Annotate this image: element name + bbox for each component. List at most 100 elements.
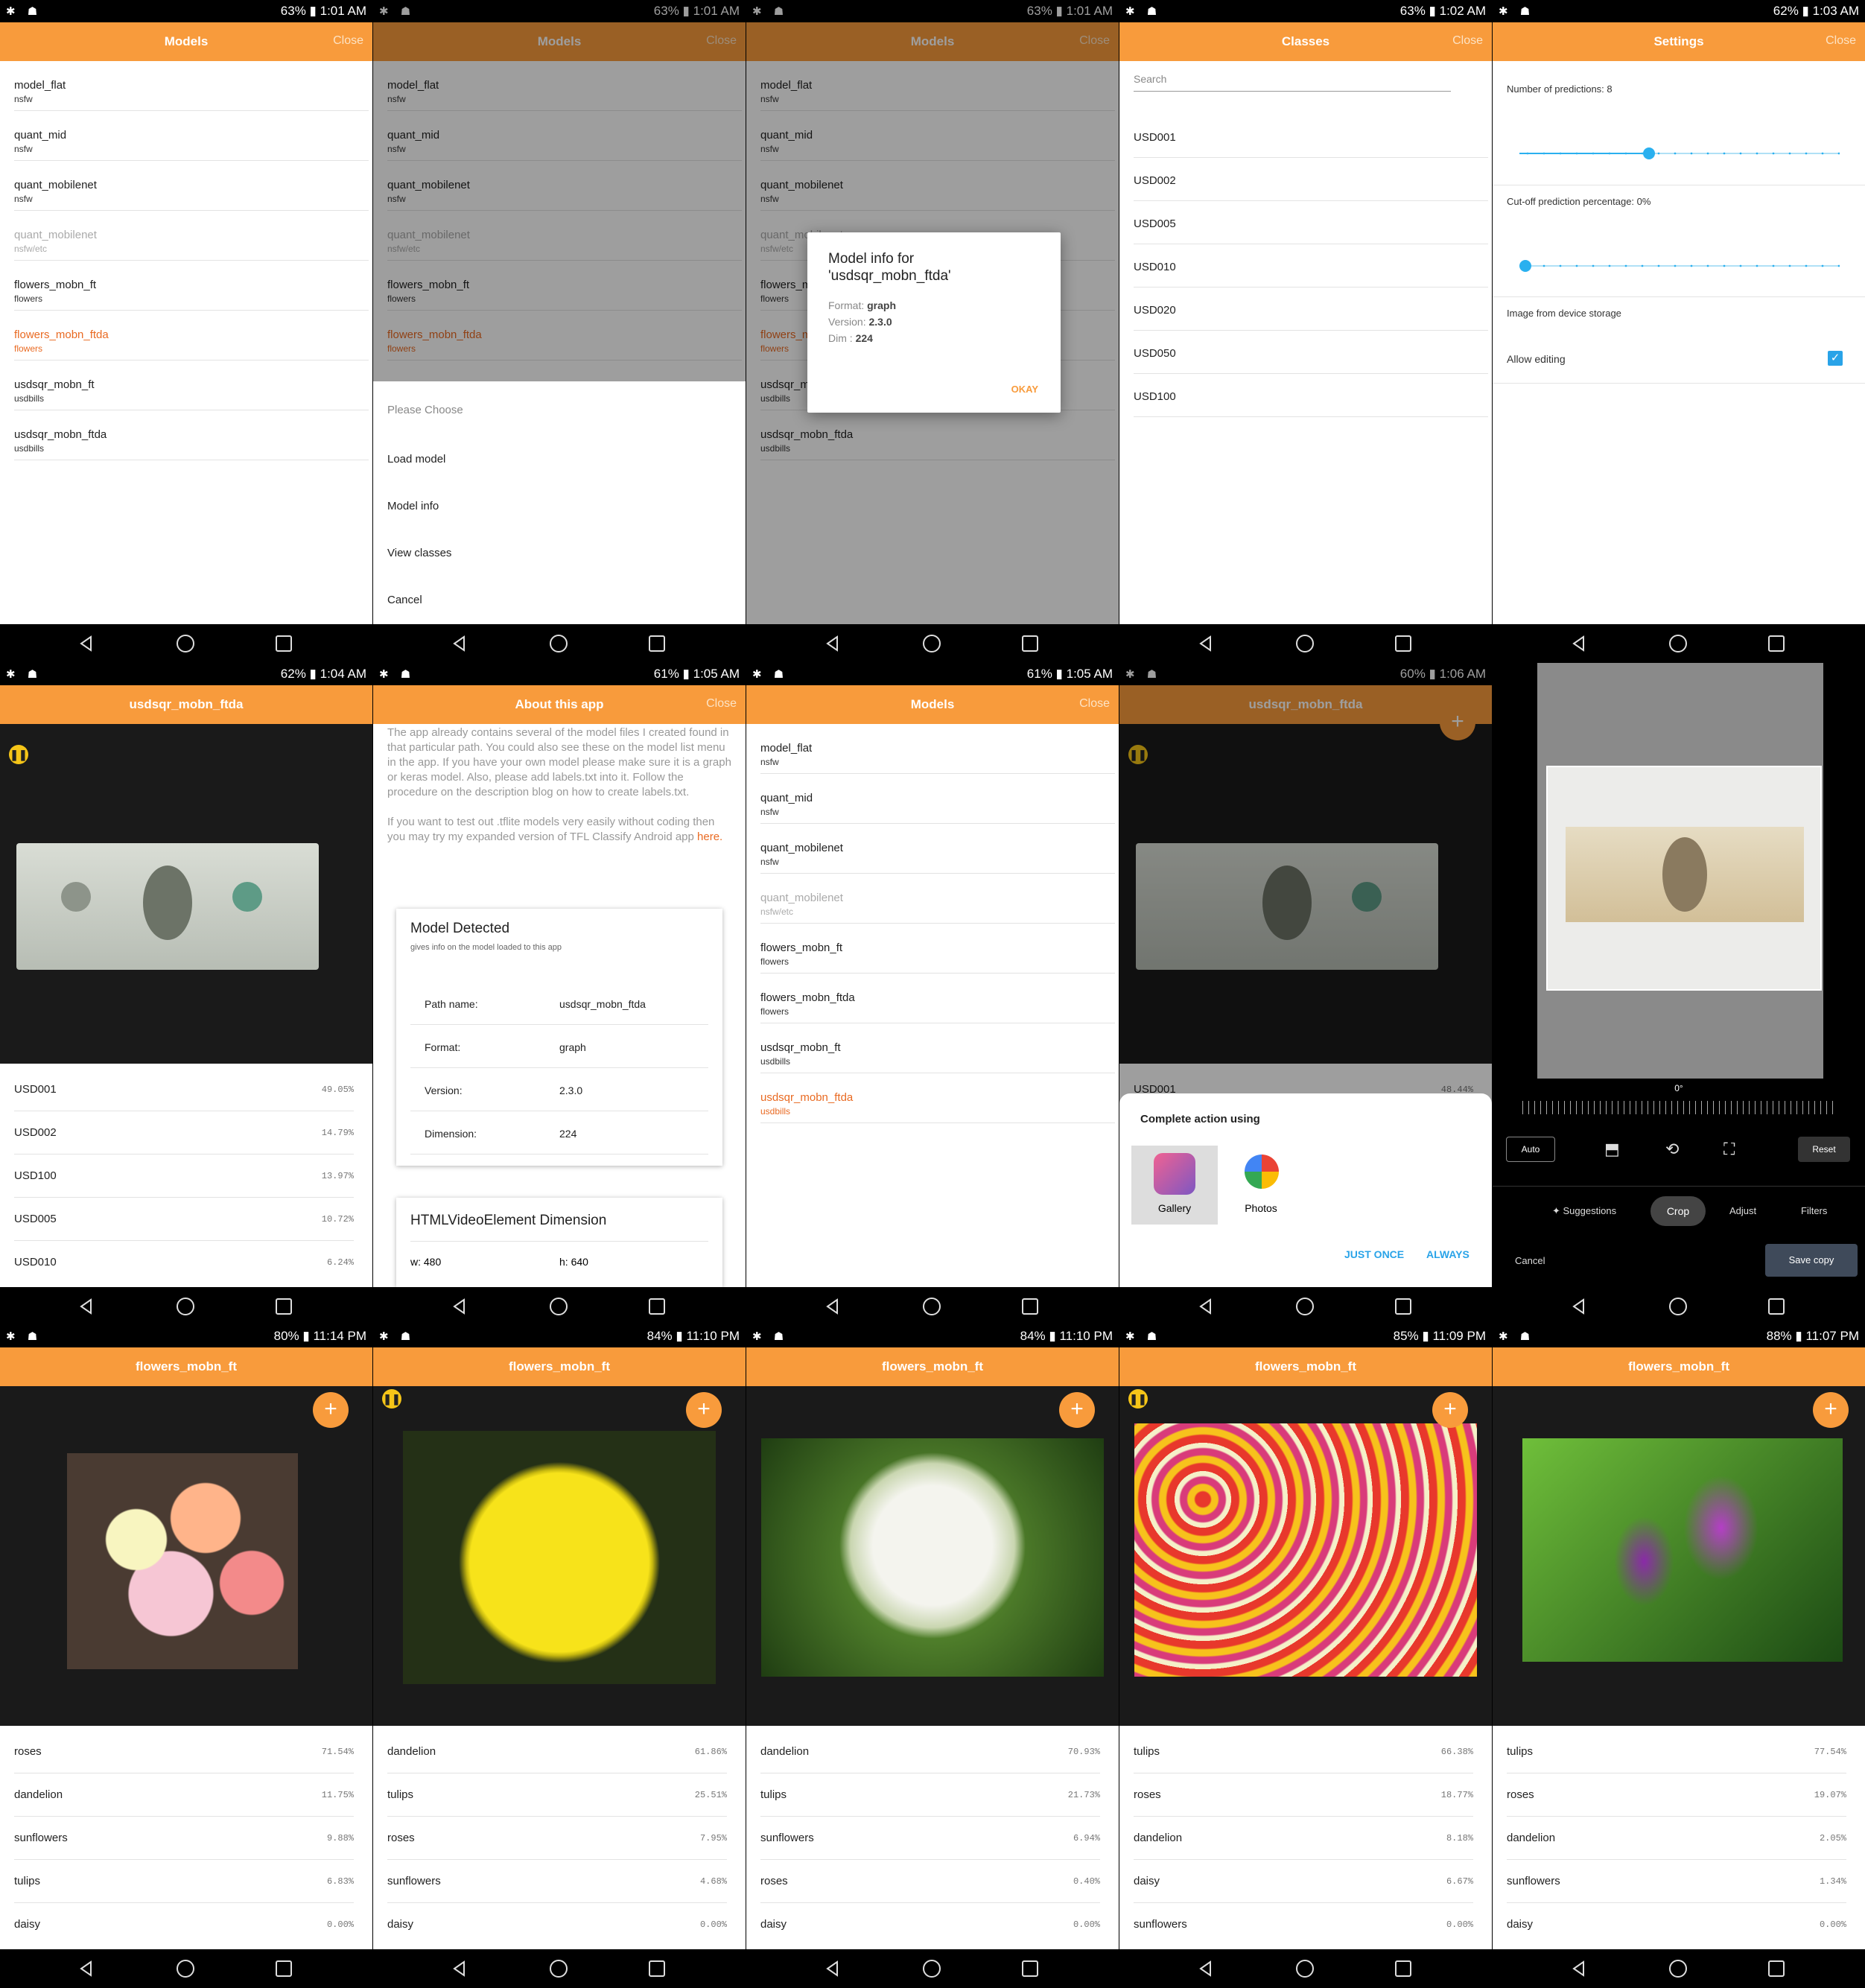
back-icon[interactable]	[451, 1298, 468, 1315]
pause-icon[interactable]: ❚❚	[9, 745, 28, 764]
close-button[interactable]: Close	[1452, 34, 1483, 48]
cancel-option[interactable]: Cancel	[387, 594, 422, 606]
home-icon[interactable]	[550, 1960, 568, 1978]
pause-icon[interactable]: ❚❚	[382, 1389, 401, 1409]
list-item[interactable]: flowers_mobn_ft flowers	[760, 924, 1115, 974]
home-icon[interactable]	[1669, 1960, 1687, 1978]
checkbox-icon[interactable]: ✓	[1828, 351, 1843, 366]
model-info-option[interactable]: Model info	[387, 500, 439, 512]
back-icon[interactable]	[451, 1960, 468, 1978]
view-classes-option[interactable]: View classes	[387, 547, 451, 559]
back-icon[interactable]	[1197, 635, 1215, 652]
list-item[interactable]: flowers_mobn_ft flowers	[14, 261, 369, 311]
filters-tab[interactable]: Filters	[1801, 1205, 1827, 1216]
suggestions-tab[interactable]: ✦ Suggestions	[1552, 1205, 1616, 1217]
back-icon[interactable]	[824, 635, 842, 652]
recents-icon[interactable]	[276, 1960, 292, 1977]
recents-icon[interactable]	[1022, 1298, 1038, 1315]
list-item[interactable]: usdsqr_mobn_ftda usdbills	[760, 1073, 1115, 1123]
add-icon[interactable]: +	[686, 1392, 722, 1428]
aspect-ratio-icon[interactable]: ⬒	[1604, 1140, 1620, 1159]
save-copy-button[interactable]: Save copy	[1765, 1244, 1858, 1277]
home-icon[interactable]	[1296, 1960, 1314, 1978]
cutoff-slider[interactable]	[1519, 260, 1840, 272]
recents-icon[interactable]	[1768, 1960, 1785, 1977]
recents-icon[interactable]	[1768, 1298, 1785, 1315]
back-icon[interactable]	[1197, 1298, 1215, 1315]
cancel-button[interactable]: Cancel	[1515, 1255, 1545, 1266]
back-icon[interactable]	[77, 1960, 95, 1978]
crop-frame[interactable]	[1546, 766, 1822, 991]
add-icon[interactable]: +	[1432, 1392, 1468, 1428]
list-item[interactable]: model_flat nsfw	[760, 724, 1115, 774]
gallery-option[interactable]: Gallery	[1131, 1146, 1218, 1225]
home-icon[interactable]	[177, 1960, 194, 1978]
always-button[interactable]: ALWAYS	[1426, 1248, 1470, 1260]
home-icon[interactable]	[923, 1298, 941, 1315]
home-icon[interactable]	[177, 1298, 194, 1315]
list-item[interactable]: quant_mobilenet nsfw	[14, 161, 369, 211]
recents-icon[interactable]	[1022, 635, 1038, 652]
angle-dial[interactable]	[1522, 1101, 1835, 1114]
close-button[interactable]: Close	[706, 697, 737, 711]
list-item[interactable]: flowers_mobn_ftdaflowers	[760, 974, 1115, 1023]
list-item[interactable]: model_flat nsfw	[14, 61, 369, 111]
back-icon[interactable]	[824, 1298, 842, 1315]
home-icon[interactable]	[550, 1298, 568, 1315]
close-button[interactable]: Close	[1079, 697, 1110, 711]
phone-flowers-roses: ✱ ☗ 80% ▮ 11:14 PM flowers_mobn_ft + rose…	[0, 1325, 372, 1988]
back-icon[interactable]	[1570, 1298, 1588, 1315]
add-icon[interactable]: +	[1813, 1392, 1849, 1428]
photos-option[interactable]: Photos	[1218, 1146, 1304, 1225]
load-model-option[interactable]: Load model	[387, 453, 445, 466]
list-item[interactable]: flowers_mobn_ftdaflowers	[14, 311, 369, 361]
adjust-tab[interactable]: Adjust	[1729, 1205, 1756, 1216]
okay-button[interactable]: OKAY	[1011, 384, 1038, 395]
reset-button[interactable]: Reset	[1798, 1137, 1850, 1162]
recents-icon[interactable]	[649, 1960, 665, 1977]
home-icon[interactable]	[550, 635, 568, 652]
home-icon[interactable]	[1296, 1298, 1314, 1315]
crop-tab[interactable]: Crop	[1650, 1196, 1706, 1226]
list-item[interactable]: quant_mid nsfw	[760, 774, 1115, 824]
recents-icon[interactable]	[649, 635, 665, 652]
back-icon[interactable]	[1197, 1960, 1215, 1978]
recents-icon[interactable]	[1395, 1960, 1411, 1977]
back-icon[interactable]	[77, 1298, 95, 1315]
rotate-icon[interactable]: ⟲	[1665, 1140, 1679, 1159]
close-button[interactable]: Close	[333, 34, 363, 48]
list-item[interactable]: usdsqr_mobn_ftda usdbills	[14, 410, 369, 460]
list-item[interactable]: quant_mid nsfw	[14, 111, 369, 161]
list-item[interactable]: usdsqr_mobn_ft usdbills	[14, 361, 369, 410]
search-input[interactable]: Search	[1134, 73, 1451, 92]
auto-button[interactable]: Auto	[1506, 1137, 1555, 1162]
list-item[interactable]: usdsqr_mobn_ft usdbills	[760, 1023, 1115, 1073]
recents-icon[interactable]	[1768, 635, 1785, 652]
just-once-button[interactable]: JUST ONCE	[1344, 1248, 1404, 1260]
recents-icon[interactable]	[1395, 635, 1411, 652]
back-icon[interactable]	[1570, 1960, 1588, 1978]
home-icon[interactable]	[1669, 1298, 1687, 1315]
home-icon[interactable]	[177, 635, 194, 652]
num-predictions-slider[interactable]	[1519, 147, 1840, 159]
add-icon[interactable]: +	[313, 1392, 349, 1428]
recents-icon[interactable]	[276, 1298, 292, 1315]
recents-icon[interactable]	[1395, 1298, 1411, 1315]
home-icon[interactable]	[1296, 635, 1314, 652]
home-icon[interactable]	[1669, 635, 1687, 652]
recents-icon[interactable]	[1022, 1960, 1038, 1977]
close-button[interactable]: Close	[1826, 34, 1856, 48]
home-icon[interactable]	[923, 1960, 941, 1978]
pause-icon[interactable]: ❚❚	[1128, 1389, 1148, 1409]
recents-icon[interactable]	[276, 635, 292, 652]
free-crop-icon[interactable]: ⛶	[1723, 1140, 1735, 1159]
back-icon[interactable]	[1570, 635, 1588, 652]
recents-icon[interactable]	[649, 1298, 665, 1315]
back-icon[interactable]	[77, 635, 95, 652]
add-icon[interactable]: +	[1059, 1392, 1095, 1428]
here-link[interactable]: here.	[697, 831, 722, 843]
list-item[interactable]: quant_mobilenet nsfw	[760, 824, 1115, 874]
back-icon[interactable]	[824, 1960, 842, 1978]
back-icon[interactable]	[451, 635, 468, 652]
home-icon[interactable]	[923, 635, 941, 652]
